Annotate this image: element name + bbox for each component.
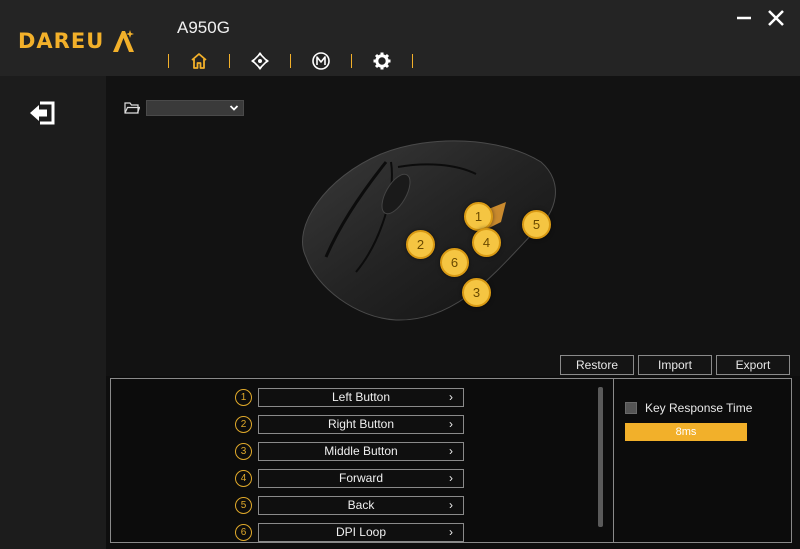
- marker-1[interactable]: 1: [464, 202, 493, 231]
- key-response-section: Key Response Time 8ms: [625, 401, 752, 441]
- profile-actions: Restore Import Export: [560, 355, 790, 375]
- home-icon: [191, 53, 207, 69]
- key-row: 6 DPI Loop ›: [235, 522, 464, 542]
- brand-a-icon: [113, 30, 135, 52]
- key-response-checkbox[interactable]: [625, 402, 637, 414]
- close-icon: [768, 10, 784, 26]
- profile-dropdown[interactable]: [146, 100, 244, 116]
- brand-logo: DAREU: [18, 26, 136, 56]
- key-list: 1 Left Button › 2 Right Button › 3 Middl…: [111, 379, 611, 542]
- key-number: 5: [235, 496, 252, 514]
- key-number: 1: [235, 388, 252, 406]
- marker-6[interactable]: 6: [440, 248, 469, 277]
- key-label: Right Button: [327, 417, 395, 431]
- key-response-row: Key Response Time: [625, 401, 752, 415]
- key-label: DPI Loop: [335, 525, 387, 539]
- marker-5[interactable]: 5: [522, 210, 551, 239]
- sidebar: [0, 76, 106, 549]
- key-response-label: Key Response Time: [645, 401, 753, 415]
- key-middle-button[interactable]: Middle Button ›: [258, 441, 464, 461]
- export-button[interactable]: Export: [716, 355, 790, 375]
- tab-macro[interactable]: [291, 48, 351, 74]
- key-left-button[interactable]: Left Button ›: [258, 387, 464, 407]
- title-bar: DAREU A950G: [0, 0, 800, 76]
- marker-3[interactable]: 3: [462, 278, 491, 307]
- chevron-right-icon: ›: [449, 416, 453, 431]
- minimize-button[interactable]: [734, 8, 754, 28]
- dpi-icon: [251, 52, 269, 70]
- main-nav: [168, 48, 413, 74]
- window-controls: [734, 8, 786, 28]
- key-assignment-panel: 1 Left Button › 2 Right Button › 3 Middl…: [110, 378, 792, 543]
- minimize-icon: [737, 16, 751, 20]
- gear-icon: [373, 52, 391, 70]
- macro-icon: [312, 52, 330, 70]
- marker-4[interactable]: 4: [472, 228, 501, 257]
- chevron-down-icon: [229, 105, 239, 111]
- key-number: 3: [235, 442, 252, 460]
- brand-name: DAREU: [18, 29, 105, 53]
- chevron-right-icon: ›: [449, 524, 453, 539]
- mouse-diagram: 1 2 3 4 5 6: [286, 132, 586, 332]
- key-number: 4: [235, 469, 252, 487]
- exit-icon: [30, 101, 55, 125]
- key-label: Back: [347, 498, 375, 512]
- nav-divider: [412, 54, 413, 68]
- key-label: Left Button: [331, 390, 391, 404]
- profile-selector: [124, 100, 244, 116]
- key-response-value[interactable]: 8ms: [625, 423, 747, 441]
- key-number: 2: [235, 415, 252, 433]
- key-row: 1 Left Button ›: [235, 387, 464, 407]
- key-list-scrollbar[interactable]: [598, 387, 603, 527]
- marker-2[interactable]: 2: [406, 230, 435, 259]
- key-dpi-loop[interactable]: DPI Loop ›: [258, 522, 464, 542]
- key-label: Middle Button: [324, 444, 398, 458]
- close-button[interactable]: [766, 8, 786, 28]
- tab-dpi[interactable]: [230, 48, 290, 74]
- chevron-right-icon: ›: [449, 389, 453, 404]
- chevron-right-icon: ›: [449, 443, 453, 458]
- key-back[interactable]: Back ›: [258, 495, 464, 515]
- key-forward[interactable]: Forward ›: [258, 468, 464, 488]
- tab-settings[interactable]: [352, 48, 412, 74]
- device-model: A950G: [177, 18, 230, 37]
- key-row: 2 Right Button ›: [235, 414, 464, 434]
- key-label: Forward: [338, 471, 383, 485]
- key-number: 6: [235, 523, 252, 541]
- import-button[interactable]: Import: [638, 355, 712, 375]
- restore-button[interactable]: Restore: [560, 355, 634, 375]
- chevron-right-icon: ›: [449, 497, 453, 512]
- folder-icon: [124, 102, 140, 114]
- key-row: 5 Back ›: [235, 495, 464, 515]
- key-row: 3 Middle Button ›: [235, 441, 464, 461]
- key-right-button[interactable]: Right Button ›: [258, 414, 464, 434]
- tab-home[interactable]: [169, 48, 229, 74]
- key-row: 4 Forward ›: [235, 468, 464, 488]
- panel-divider: [613, 379, 614, 542]
- chevron-right-icon: ›: [449, 470, 453, 485]
- mouse-preview-panel: 1 2 3 4 5 6: [106, 76, 800, 376]
- exit-button[interactable]: [28, 100, 58, 126]
